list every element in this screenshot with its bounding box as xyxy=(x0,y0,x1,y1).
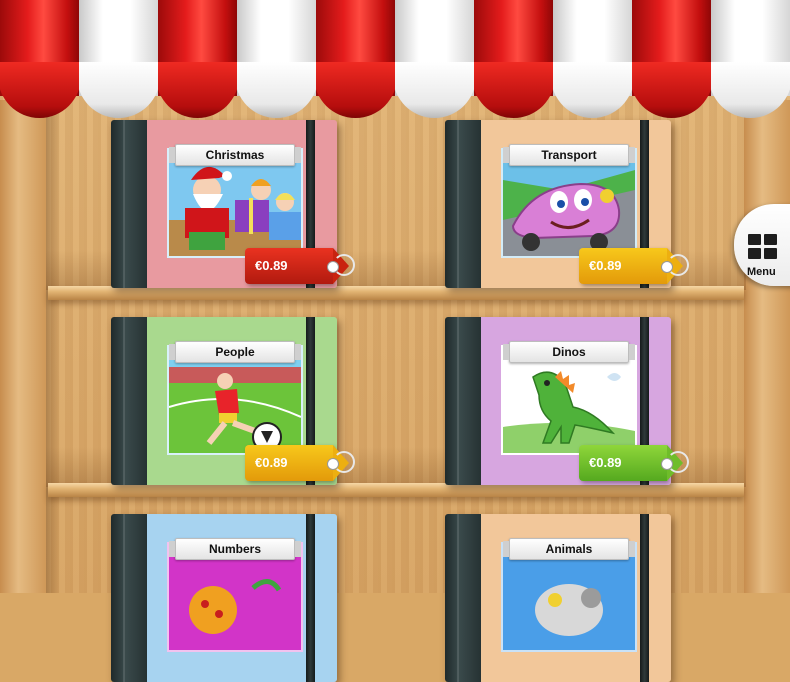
price-label: €0.89 xyxy=(255,455,288,470)
book-animals[interactable]: Animals xyxy=(445,514,671,682)
book-numbers[interactable]: Numbers xyxy=(111,514,337,682)
menu-label: Menu xyxy=(747,266,776,278)
book-christmas[interactable]: Christmas €0.89 xyxy=(111,120,355,288)
price-tag[interactable]: €0.89 xyxy=(245,445,355,481)
book-cover: Animals xyxy=(481,514,671,682)
book-strap xyxy=(640,514,649,682)
book-title: Animals xyxy=(503,538,635,560)
book-transport[interactable]: Transport €0.89 xyxy=(445,120,689,288)
book-spine xyxy=(445,120,481,288)
shelf-right-post xyxy=(744,100,790,593)
book-title: Transport xyxy=(503,144,635,166)
shelf-shadow xyxy=(46,100,60,593)
book-spine xyxy=(111,317,147,485)
book-spine xyxy=(111,120,147,288)
shelf-board xyxy=(48,286,744,300)
book-strap xyxy=(306,514,315,682)
price-label: €0.89 xyxy=(255,258,288,273)
book-dinos[interactable]: Dinos €0.89 xyxy=(445,317,689,485)
book-title: Christmas xyxy=(169,144,301,166)
book-cover: Numbers xyxy=(147,514,337,682)
shelf-board xyxy=(48,483,744,497)
price-tag[interactable]: €0.89 xyxy=(579,445,689,481)
price-label: €0.89 xyxy=(589,455,622,470)
shelf-left-post xyxy=(0,100,46,593)
price-tag[interactable]: €0.89 xyxy=(245,248,355,284)
book-title: Dinos xyxy=(503,341,635,363)
book-people[interactable]: People €0.89 xyxy=(111,317,355,485)
price-label: €0.89 xyxy=(589,258,622,273)
book-title: Numbers xyxy=(169,538,301,560)
book-spine xyxy=(445,514,481,682)
price-tag[interactable]: €0.89 xyxy=(579,248,689,284)
grid-icon xyxy=(748,234,780,260)
book-title: People xyxy=(169,341,301,363)
book-spine xyxy=(445,317,481,485)
book-spine xyxy=(111,514,147,682)
shop-awning xyxy=(0,0,790,118)
